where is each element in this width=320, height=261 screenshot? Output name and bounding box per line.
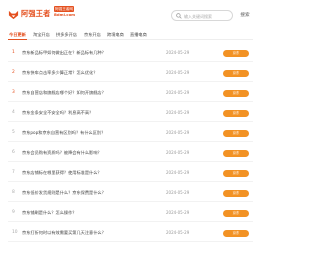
search-icon <box>176 13 182 19</box>
item-number: 8 <box>12 190 15 195</box>
item-number: 6 <box>12 150 15 155</box>
item-number: 5 <box>12 130 15 135</box>
item-number: 4 <box>12 110 15 115</box>
item-date: 2024-05-29 <box>166 110 190 115</box>
site-logo-text[interactable]: 阿强王者 <box>21 9 51 19</box>
item-number: 2 <box>12 70 15 75</box>
search-button[interactable]: 搜索 <box>235 10 255 21</box>
tab-pinduoduo[interactable]: 拼多多开店 <box>56 30 77 40</box>
item-date: 2024-05-29 <box>166 150 190 155</box>
item-title[interactable]: 京东金条安全不安全吗？利息高不高？ <box>22 108 162 118</box>
category-badge[interactable]: 京东 <box>223 109 249 117</box>
item-title[interactable]: 京东打折何时以有效需要买第几天注意什么？ <box>22 228 162 238</box>
item-number: 1 <box>12 50 15 55</box>
category-badge[interactable]: 京东 <box>223 209 249 217</box>
list-item[interactable]: 8 京东低价发货规则是什么？京东保费是什么？ 2024-05-29 京东 <box>8 184 253 202</box>
search-box <box>171 10 233 21</box>
tab-live-commerce[interactable]: 直播电商 <box>130 30 147 40</box>
category-badge[interactable]: 京东 <box>223 149 249 157</box>
list-item[interactable]: 6 京东会员购有资质吗？被降会有什么影响？ 2024-05-29 京东 <box>8 144 253 162</box>
list-item[interactable]: 4 京东金条安全不安全吗？利息高不高？ 2024-05-29 京东 <box>8 104 253 122</box>
item-date: 2024-05-29 <box>166 190 190 195</box>
list-item[interactable]: 3 京东自营店和旗舰店哪个好？如何开旗舰店？ 2024-05-29 京东 <box>8 84 253 102</box>
item-title[interactable]: 京东会员购有资质吗？被降会有什么影响？ <box>22 148 162 158</box>
item-date: 2024-05-29 <box>166 50 190 55</box>
category-badge[interactable]: 京东 <box>223 49 249 57</box>
item-date: 2024-05-29 <box>166 230 190 235</box>
item-date: 2024-05-29 <box>166 210 190 215</box>
site-badge: 阿强王者网 Bdmi.com <box>54 6 76 18</box>
item-number: 3 <box>12 90 15 95</box>
tab-taobao[interactable]: 淘宝开店 <box>33 30 50 40</box>
list-item[interactable]: 7 京东店铺标在哪里获得？使用标准是什么？ 2024-05-29 京东 <box>8 164 253 182</box>
list-item[interactable]: 10 京东打折何时以有效需要买第几天注意什么？ 2024-05-29 京东 <box>8 224 253 242</box>
item-date: 2024-05-29 <box>166 170 190 175</box>
search-input[interactable] <box>184 12 230 20</box>
item-date: 2024-05-29 <box>166 130 190 135</box>
item-number: 7 <box>12 170 15 175</box>
item-title[interactable]: 京东新品标甲如何做出正在？新品标有几种？ <box>22 48 162 58</box>
category-badge[interactable]: 京东 <box>223 89 249 97</box>
item-title[interactable]: 京东店铺标在哪里获得？使用标准是什么？ <box>22 168 162 178</box>
item-title[interactable]: 京东pop和京东自营有区别吗？有什么区别？ <box>22 128 162 138</box>
item-date: 2024-05-29 <box>166 70 190 75</box>
category-badge[interactable]: 京东 <box>223 69 249 77</box>
category-badge[interactable]: 京东 <box>223 169 249 177</box>
category-nav: 今日更新 淘宝开店 拼多多开店 京东开店 跨境电商 直播电商 <box>8 30 253 40</box>
item-title[interactable]: 京东低价发货规则是什么？京东保费是什么？ <box>22 188 162 198</box>
item-date: 2024-05-29 <box>166 90 190 95</box>
list-item[interactable]: 2 京东快车点击率多少算正常？怎么优化？ 2024-05-29 京东 <box>8 64 253 82</box>
list-item[interactable]: 1 京东新品标甲如何做出正在？新品标有几种？ 2024-05-29 京东 <box>8 44 253 62</box>
item-title[interactable]: 京东快车点击率多少算正常？怎么优化？ <box>22 68 162 78</box>
category-badge[interactable]: 京东 <box>223 189 249 197</box>
item-title[interactable]: 京东铺刷是什么？怎么操作？ <box>22 208 162 218</box>
tab-jd[interactable]: 京东开店 <box>84 30 101 40</box>
list-item[interactable]: 9 京东铺刷是什么？怎么操作？ 2024-05-29 京东 <box>8 204 253 222</box>
item-number: 10 <box>12 230 18 235</box>
badge-domain-text: Bdmi.com <box>54 12 76 17</box>
item-number: 9 <box>12 210 15 215</box>
tab-cross-border[interactable]: 跨境电商 <box>107 30 124 40</box>
category-badge[interactable]: 京东 <box>223 129 249 137</box>
item-title[interactable]: 京东自营店和旗舰店哪个好？如何开旗舰店？ <box>22 88 162 98</box>
fox-logo-icon[interactable] <box>8 9 19 20</box>
list-item[interactable]: 5 京东pop和京东自营有区别吗？有什么区别？ 2024-05-29 京东 <box>8 124 253 142</box>
category-badge[interactable]: 京东 <box>223 229 249 237</box>
active-tab-underline <box>8 39 27 40</box>
site-header: 阿强王者 阿强王者网 Bdmi.com 搜索 <box>0 0 261 28</box>
